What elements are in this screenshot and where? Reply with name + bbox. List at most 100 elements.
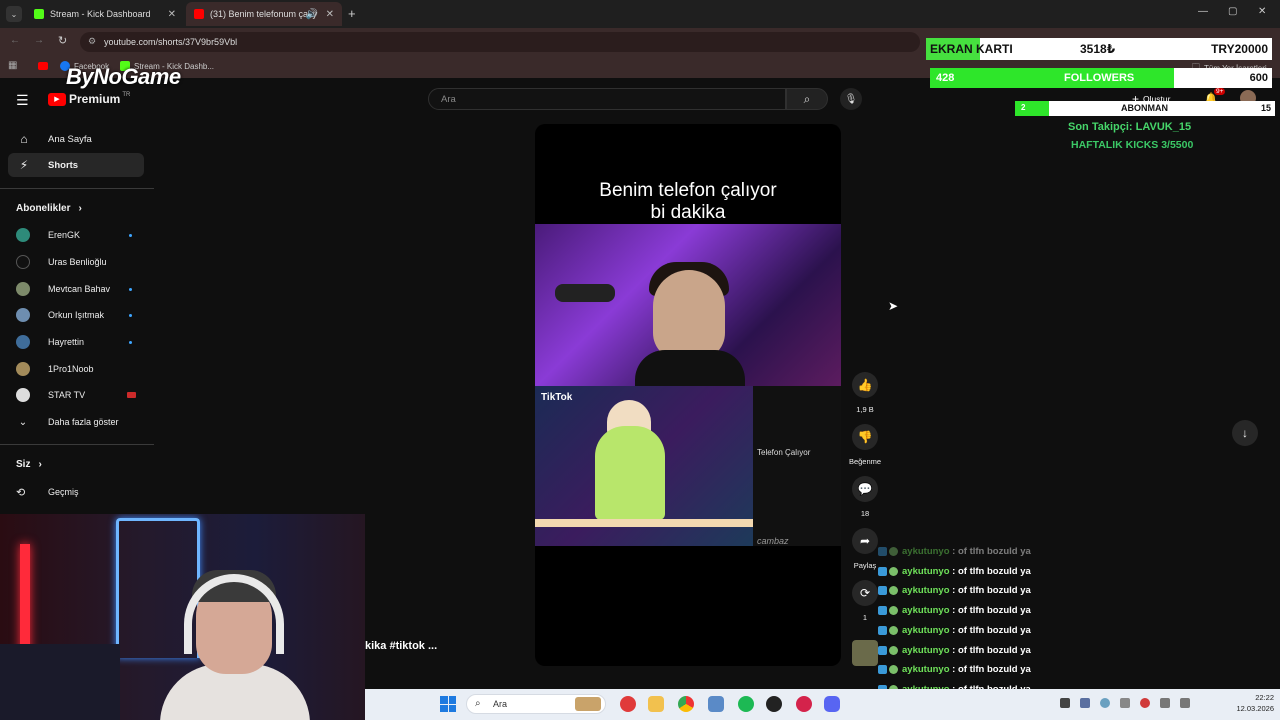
weekly-kicks: HAFTALIK KICKS 3/5500 — [1071, 139, 1194, 151]
sidebar-item-subscription[interactable]: Uras Benlioğlu — [16, 251, 144, 273]
play-icon: ▶ — [48, 92, 66, 106]
sidebar-item-home[interactable]: ⌂ Ana Sayfa — [8, 127, 144, 151]
new-tab-button[interactable]: + — [348, 6, 356, 21]
voice-search-button[interactable]: 🎙 — [840, 88, 862, 110]
like-count: 1,9 B — [856, 405, 874, 414]
menu-icon[interactable]: ☰ — [16, 92, 29, 109]
badge-icon — [878, 567, 887, 576]
back-icon[interactable]: ← — [10, 35, 20, 46]
mic-icon: 🎙 — [844, 93, 858, 105]
sidebar-item-shorts[interactable]: ⚡ Shorts — [8, 153, 144, 177]
short-video-player[interactable]: Benim telefon çalıyor bi dakika TikTok T… — [535, 124, 841, 666]
microphone-shape — [555, 284, 615, 302]
tray-icon[interactable] — [1080, 698, 1090, 708]
sound-thumbnail[interactable] — [852, 640, 878, 666]
chat-message: aykutunyo : of tlfn bozuld ya — [878, 542, 1068, 561]
chat-message: aykutunyo : of tlfn bozuld ya — [878, 562, 1068, 581]
obs-icon[interactable] — [766, 696, 782, 712]
next-video-button[interactable]: ↓ — [1232, 420, 1258, 446]
close-window-button[interactable]: ✕ — [1258, 6, 1266, 17]
chat-message: aykutunyo : of tlfn bozuld ya — [878, 601, 1068, 620]
tab-list-button[interactable]: ⌄ — [6, 6, 22, 22]
taskbar-search-input[interactable]: ⌕ Ara — [466, 694, 606, 714]
comments-button[interactable]: 💬 — [852, 476, 878, 502]
thumbs-down-icon: 👎 — [857, 430, 873, 444]
badge-icon — [889, 567, 898, 576]
sidebar-item-subscription[interactable]: ErenGK — [16, 224, 144, 246]
sidebar-item-subscription[interactable]: 1Pro1Noob — [16, 358, 144, 380]
channel-avatar — [16, 308, 30, 322]
share-button[interactable]: ➦ — [852, 528, 878, 554]
badge-icon — [878, 606, 887, 615]
divider — [0, 444, 154, 445]
chat-message: aykutunyo : of tlfn bozuld ya — [878, 621, 1068, 640]
forward-icon[interactable]: → — [34, 35, 44, 46]
like-button[interactable]: 👍 — [852, 372, 878, 398]
tiktok-clip: TikTok — [535, 386, 753, 546]
dislike-button[interactable]: 👎 — [852, 424, 878, 450]
chevron-right-icon: › — [78, 203, 82, 214]
new-content-dot — [129, 340, 132, 344]
windows-start-icon[interactable] — [440, 696, 456, 712]
video-description[interactable]: kika #tiktok ... — [365, 640, 437, 652]
tray-icon[interactable] — [1100, 698, 1110, 708]
tray-icon[interactable] — [1120, 698, 1130, 708]
wifi-icon[interactable] — [1160, 698, 1170, 708]
tiktok-label: TikTok — [541, 392, 573, 403]
chrome-icon[interactable] — [678, 696, 694, 712]
badge-icon — [878, 665, 887, 674]
discord-icon[interactable] — [824, 696, 840, 712]
youtube-bookmark-icon[interactable] — [38, 62, 48, 70]
youtube-logo[interactable]: ▶ Premium TR — [48, 92, 130, 106]
close-icon[interactable]: ✕ — [168, 9, 176, 20]
channel-avatar — [16, 282, 30, 296]
minimize-button[interactable]: — — [1198, 6, 1208, 17]
close-icon[interactable]: ✕ — [326, 9, 334, 20]
channel-avatar — [16, 362, 30, 376]
url-field[interactable]: ⚙ youtube.com/shorts/37V9br59Vbl — [80, 32, 920, 52]
search-input[interactable]: Ara — [428, 88, 786, 110]
tray-icon[interactable] — [1140, 698, 1150, 708]
you-header[interactable]: Siz › — [16, 459, 42, 470]
tab-kick-dashboard[interactable]: Stream - Kick Dashboard ✕ — [26, 2, 184, 26]
app-icon[interactable] — [708, 696, 724, 712]
channel-avatar — [16, 335, 30, 349]
sidebar-item-history[interactable]: ⟲ Geçmiş — [16, 481, 144, 503]
home-icon: ⌂ — [20, 132, 28, 146]
tray-icon[interactable] — [1060, 698, 1070, 708]
remix-button[interactable]: ⟳ — [852, 580, 878, 606]
search-button[interactable]: ⌕ — [786, 88, 828, 110]
speaker-icon[interactable]: 🔊 — [306, 9, 318, 20]
apps-icon[interactable]: ▦ — [8, 60, 17, 71]
badge-icon — [878, 586, 887, 595]
spotify-icon[interactable] — [738, 696, 754, 712]
badge-icon — [878, 547, 887, 556]
file-explorer-icon[interactable] — [648, 696, 664, 712]
channel-avatar — [16, 388, 30, 402]
taskbar-clock[interactable]: 22:22 12.03.2026 — [1224, 692, 1274, 714]
badge-icon — [889, 626, 898, 635]
sidebar-item-subscription[interactable]: Orkun Işıtmak — [16, 304, 144, 326]
chat-message: aykutunyo : of tlfn bozuld ya — [878, 660, 1068, 679]
chevron-right-icon: › — [38, 459, 42, 470]
show-more-button[interactable]: ⌄ Daha fazla göster — [16, 411, 144, 433]
sidebar-item-subscription[interactable]: Mevtcan Bahav — [16, 278, 144, 300]
reload-icon[interactable]: ↻ — [58, 34, 67, 47]
tiktok-info-panel: Telefon Çalıyor cambaz — [753, 386, 841, 546]
sidebar-item-subscription[interactable]: Hayrettin — [16, 331, 144, 353]
tab-youtube-short[interactable]: (31) Benim telefonum çalıy 🔊 ✕ — [186, 2, 342, 26]
share-icon: ➦ — [859, 534, 871, 548]
sidebar-item-subscription[interactable]: STAR TV — [16, 384, 144, 406]
media-player-icon[interactable] — [620, 696, 636, 712]
badge-icon — [878, 646, 887, 655]
volume-icon[interactable] — [1180, 698, 1190, 708]
site-info-icon[interactable]: ⚙ — [88, 36, 96, 47]
video-caption-title: Benim telefon çalıyor bi dakika — [599, 180, 777, 223]
new-content-dot — [129, 233, 132, 237]
dislike-label: Beğenme — [848, 457, 882, 466]
person-body — [595, 426, 665, 520]
app-icon[interactable] — [796, 696, 812, 712]
maximize-button[interactable]: ▢ — [1228, 6, 1237, 17]
subscriptions-header[interactable]: Abonelikler › — [16, 203, 82, 214]
shorts-icon: ⚡ — [19, 158, 29, 172]
